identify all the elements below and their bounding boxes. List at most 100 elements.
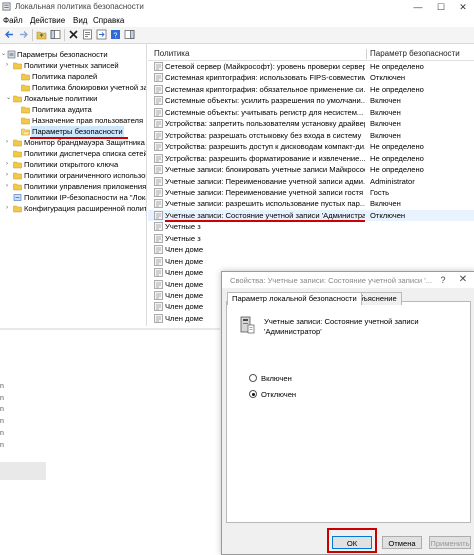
table-row[interactable]: Учетные записи: разрешить использование … bbox=[148, 198, 474, 209]
minimize-button[interactable]: — bbox=[407, 0, 429, 14]
delete-x-icon[interactable] bbox=[68, 29, 79, 40]
cancel-button[interactable]: Отмена bbox=[382, 536, 422, 549]
table-row[interactable]: Член доме bbox=[148, 244, 474, 255]
table-row[interactable]: Системная криптография: обязательное при… bbox=[148, 84, 474, 95]
up-folder-icon[interactable] bbox=[36, 29, 47, 40]
apply-button[interactable]: Применить bbox=[429, 536, 471, 549]
table-row[interactable]: Системные объекты: учитывать регистр для… bbox=[148, 107, 474, 118]
view-pane-icon[interactable] bbox=[124, 29, 135, 40]
policy-name-cell: Учетные записи: Состояние учетной записи… bbox=[165, 210, 365, 220]
policy-name-cell: Учетные записи: Переименование учетной з… bbox=[165, 187, 364, 197]
column-header-setting[interactable]: Параметр безопасности bbox=[370, 49, 460, 58]
tree-expander[interactable]: ⌄ bbox=[6, 93, 12, 104]
tree-label: Политика аудита bbox=[32, 105, 92, 114]
tree-expander[interactable]: › bbox=[6, 137, 12, 148]
clipped-text: n bbox=[0, 395, 4, 402]
tree-label: Политики управления приложениями bbox=[24, 182, 147, 191]
dialog-title-bar: Свойства: Учетные записи: Состояние учет… bbox=[222, 272, 474, 288]
menu-file[interactable]: Файл bbox=[3, 16, 23, 25]
policy-setting-icon bbox=[154, 199, 163, 209]
dialog-help-button[interactable]: ? bbox=[435, 273, 451, 287]
close-button[interactable]: ✕ bbox=[452, 0, 474, 14]
tree-expander[interactable]: › bbox=[6, 181, 12, 192]
menu-action[interactable]: Действие bbox=[30, 16, 65, 25]
column-header-policy[interactable]: Политика bbox=[154, 49, 189, 58]
policy-value-cell: Не определено bbox=[370, 142, 424, 152]
table-row[interactable]: Член доме bbox=[148, 256, 474, 267]
clipped-text: n bbox=[0, 418, 4, 425]
policy-value-cell: Включен bbox=[370, 107, 401, 117]
table-row[interactable]: Учетные записи: блокировать учетные запи… bbox=[148, 164, 474, 175]
menu-view[interactable]: Вид bbox=[73, 16, 87, 25]
tree-label: Параметры безопасности bbox=[31, 126, 124, 137]
table-row[interactable]: Учетные записи: Переименование учетной з… bbox=[148, 187, 474, 198]
column-divider[interactable] bbox=[366, 49, 367, 59]
show-hide-tree-icon[interactable] bbox=[50, 29, 61, 40]
policy-name: Учетные записи: Состояние учетной записи… bbox=[264, 317, 419, 336]
tree-label: Назначение прав пользователя bbox=[32, 116, 144, 125]
help-icon[interactable]: ? bbox=[110, 29, 121, 40]
policy-setting-icon bbox=[154, 85, 163, 94]
policy-value-cell: Administrator bbox=[370, 176, 415, 186]
table-row[interactable]: Системные объекты: усилить разрешения по… bbox=[148, 95, 474, 106]
policy-value-cell: Включен bbox=[370, 130, 401, 140]
clipped-text: n bbox=[0, 442, 4, 449]
policy-setting-icon bbox=[154, 268, 163, 277]
tab-panel: Параметр локальной безопасности Объяснен… bbox=[226, 292, 471, 523]
menu-bar: Файл Действие Вид Справка bbox=[0, 14, 474, 27]
policy-name-cell: Учетные записи: разрешить использование … bbox=[165, 199, 365, 209]
radio-disabled[interactable]: Отключен bbox=[249, 389, 399, 400]
radio-disabled-indicator[interactable] bbox=[249, 390, 257, 398]
table-row[interactable]: Системная криптография: использовать FIP… bbox=[148, 72, 474, 83]
title-bar: Локальная политика безопасности — ☐ ✕ bbox=[0, 0, 474, 14]
policy-setting-icon bbox=[154, 188, 163, 197]
forward-arrow-icon[interactable] bbox=[18, 29, 29, 40]
policy-setting-icon bbox=[154, 142, 163, 151]
pane-divider bbox=[0, 328, 220, 330]
ok-button[interactable]: ОК bbox=[332, 536, 372, 549]
policy-name-cell: Учетные з bbox=[165, 222, 201, 232]
app-icon bbox=[2, 2, 11, 11]
table-row[interactable]: Устройства: разрешить форматирование и и… bbox=[148, 153, 474, 164]
folder-icon bbox=[21, 106, 30, 114]
radio-enabled[interactable]: Включен bbox=[249, 373, 399, 384]
table-row[interactable]: Учетные з bbox=[148, 221, 474, 232]
table-row[interactable]: Устройства: разрешить доступ к дисковода… bbox=[148, 141, 474, 152]
policy-name-cell: Системная криптография: обязательное при… bbox=[165, 84, 365, 94]
policy-value-cell: Не определено bbox=[370, 165, 424, 175]
policy-name-cell: Сетевой сервер (Майкрософт): уровень про… bbox=[165, 62, 365, 71]
policy-setting-icon bbox=[154, 302, 163, 312]
tree-expander[interactable]: › bbox=[6, 60, 12, 71]
policy-setting-icon bbox=[154, 96, 163, 106]
policy-setting-icon bbox=[154, 279, 163, 289]
svg-text:?: ? bbox=[114, 32, 118, 39]
menu-help[interactable]: Справка bbox=[93, 16, 124, 25]
back-arrow-icon[interactable] bbox=[4, 29, 15, 40]
toolbar-separator bbox=[64, 29, 65, 41]
radio-enabled-indicator[interactable] bbox=[249, 374, 257, 382]
tree-expander[interactable]: › bbox=[6, 159, 12, 170]
table-row[interactable]: Сетевой сервер (Майкрософт): уровень про… bbox=[148, 61, 474, 72]
tree-expander[interactable]: › bbox=[6, 203, 12, 214]
dialog-title: Свойства: Учетные записи: Состояние учет… bbox=[230, 276, 433, 285]
table-row[interactable]: Устройства: запретить пользователям уста… bbox=[148, 118, 474, 129]
policy-setting-icon bbox=[154, 256, 163, 266]
table-row[interactable]: Учетные записи: Переименование учетной з… bbox=[148, 176, 474, 187]
tree-expander[interactable]: › bbox=[6, 170, 12, 181]
tree-label: Политики открытого ключа bbox=[24, 160, 119, 169]
scrollbar-thumb[interactable] bbox=[0, 462, 46, 480]
properties-icon[interactable] bbox=[82, 29, 93, 40]
dialog-close-button[interactable]: ✕ bbox=[455, 273, 471, 287]
tab-local-security-setting[interactable]: Параметр локальной безопасности bbox=[227, 292, 362, 305]
tree-label: Монитор брандмауэра Защитника Windows bbox=[24, 138, 146, 147]
policy-name-cell: Член доме bbox=[165, 256, 204, 266]
table-row[interactable]: Устройства: разрешать отстыковку без вхо… bbox=[148, 130, 474, 141]
policy-name-cell: Устройства: разрешить доступ к дисковода… bbox=[165, 142, 365, 152]
tree-label: Политика паролей bbox=[32, 72, 98, 81]
maximize-button[interactable]: ☐ bbox=[430, 0, 452, 14]
policy-name-cell: Учетные з bbox=[165, 233, 201, 243]
export-list-icon[interactable] bbox=[96, 29, 107, 40]
folder-icon bbox=[13, 95, 22, 103]
table-row[interactable]: Учетные з bbox=[148, 233, 474, 244]
policy-setting-icon bbox=[154, 130, 163, 140]
